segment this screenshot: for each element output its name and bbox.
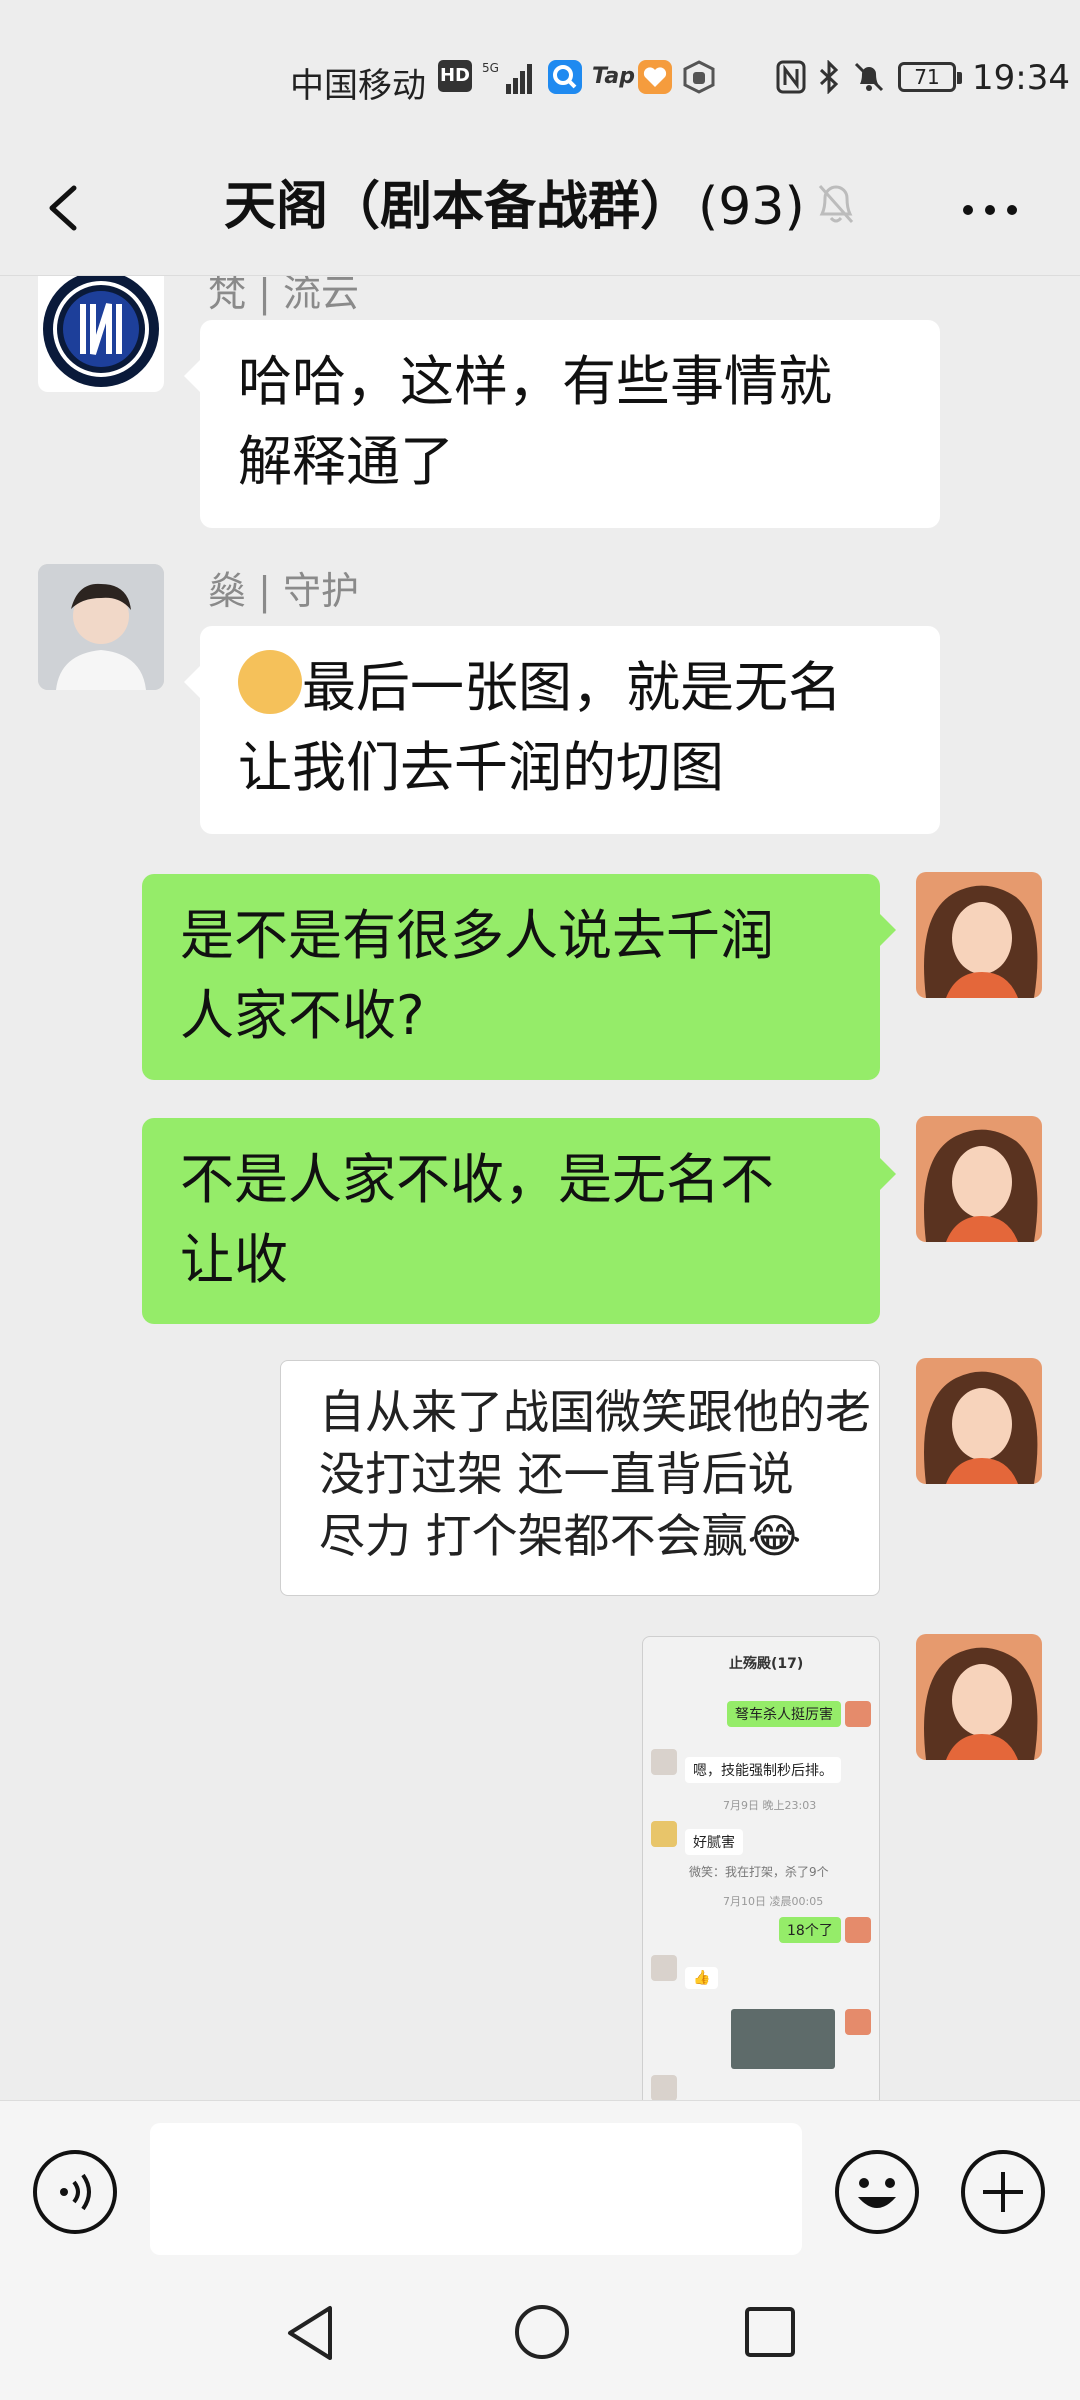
avatar[interactable]	[38, 564, 164, 690]
screenshot-avatar	[651, 1955, 677, 1981]
screenshot-avatar	[845, 1701, 871, 1727]
more-options-icon[interactable]	[958, 180, 1022, 240]
message-bubble[interactable]: 是不是有很多人说去千润 人家不收?	[142, 874, 896, 1080]
my-avatar[interactable]	[916, 872, 1042, 998]
message-bubble[interactable]: 不是人家不收，是无名不 让收	[142, 1118, 896, 1324]
system-nav-bar	[0, 2270, 1080, 2400]
sender-name: 梵 | 流云	[208, 276, 359, 315]
nav-back-icon[interactable]	[282, 2302, 338, 2364]
message-line: 是不是有很多人说去千润	[180, 904, 774, 967]
user-photo-icon	[916, 1634, 1042, 1760]
user-photo-icon	[38, 564, 164, 690]
message-line: 让我们去千润的切图	[238, 736, 724, 799]
screenshot-time: 7月9日 晚上23:03	[723, 1799, 817, 1812]
inter-logo-icon	[43, 276, 159, 387]
nav-home-icon[interactable]	[512, 2302, 572, 2362]
avatar[interactable]	[38, 276, 164, 392]
svg-text:5G: 5G	[482, 61, 499, 75]
message-bubble[interactable]: 哈哈，这样，有些事情就 解释通了	[184, 320, 940, 528]
bell-muted-icon	[854, 62, 884, 92]
screenshot-title: 止殇殿(17)	[729, 1656, 804, 1672]
screenshot-message[interactable]: 止殇殿(17) 弩车杀人挺厉害 嗯，技能强制秒后排。 7月9日 晚上23:03 …	[642, 1636, 880, 2100]
message-line: 解释通了	[238, 430, 454, 493]
message-line: 不是人家不收，是无名不	[180, 1148, 774, 1211]
user-photo-icon	[916, 1358, 1042, 1484]
voice-input-icon[interactable]	[32, 2149, 118, 2235]
search-app-icon	[548, 60, 582, 94]
message-line: 哈哈，这样，有些事情就	[238, 350, 832, 413]
message-list[interactable]: 梵 | 流云 哈哈，这样，有些事情就 解释通了 燊 | 守护 最后一张图，就是无…	[0, 276, 1080, 2100]
screenshot-avatar	[651, 1821, 677, 1847]
shield-app-icon	[683, 60, 715, 94]
screenshot-avatar	[651, 2075, 677, 2100]
message-line: 最后一张图，就是无名	[302, 656, 842, 719]
my-avatar[interactable]	[916, 1358, 1042, 1484]
cat-emoji-icon	[238, 650, 302, 714]
signal-5g-icon: 5G	[482, 61, 532, 94]
group-name: 天阁（剧本备战群）	[224, 177, 693, 237]
health-app-icon	[638, 60, 672, 94]
message-line: 人家不收?	[180, 984, 425, 1047]
my-avatar[interactable]	[916, 1634, 1042, 1760]
image-message[interactable]: 自从来了战国微笑跟他的老 没打过架 还一直背后说 尽力 打个架都不会赢😂	[280, 1360, 880, 1596]
screenshot-bubble: 好腻害	[685, 1829, 743, 1855]
status-time: 19:34	[972, 58, 1070, 98]
user-photo-icon	[916, 872, 1042, 998]
screenshot-avatar	[651, 1749, 677, 1775]
screenshot-avatar	[845, 1917, 871, 1943]
member-count: (93)	[698, 177, 805, 237]
screenshot-quote: 微笑：我在打架，杀了9个	[689, 1865, 829, 1879]
sender-name: 燊 | 守护	[208, 569, 359, 613]
user-photo-icon	[916, 1116, 1042, 1242]
emoji-icon[interactable]	[834, 2149, 920, 2235]
hd-icon: HD	[438, 60, 472, 92]
screenshot-time: 7月10日 凌晨00:05	[723, 1895, 824, 1908]
message-input[interactable]	[150, 2123, 802, 2255]
back-arrow-icon[interactable]	[36, 168, 96, 248]
screenshot-game-image	[731, 2009, 835, 2069]
input-bar	[0, 2100, 1080, 2270]
battery-icon: 71	[898, 62, 962, 92]
screenshot-bubble: 18个了	[779, 1917, 841, 1943]
my-avatar[interactable]	[916, 1116, 1042, 1242]
chat-header: 天阁（剧本备战群） (93)	[0, 140, 1080, 276]
taptap-icon: Tap	[592, 64, 635, 89]
screenshot-bubble: 弩车杀人挺厉害	[727, 1701, 841, 1727]
image-text-line: 自从来了战国微笑跟他的老	[319, 1385, 871, 1439]
nfc-icon	[776, 60, 806, 94]
message-bubble[interactable]: 最后一张图，就是无名 让我们去千润的切图	[184, 626, 940, 834]
nav-recents-icon[interactable]	[742, 2304, 798, 2360]
bluetooth-icon	[819, 60, 839, 94]
mute-bell-icon	[818, 185, 854, 223]
image-text: 自从来了战国微笑跟他的老 没打过架 还一直背后说 尽力 打个架都不会赢😂	[319, 1381, 871, 1567]
message-line: 让收	[180, 1228, 288, 1291]
carrier-label: 中国移动	[290, 66, 426, 106]
screenshot-avatar	[845, 2009, 871, 2035]
image-text-line: 没打过架 还一直背后说	[319, 1447, 794, 1501]
chat-title: 天阁（剧本备战群） (93)	[224, 164, 805, 239]
screenshot-bubble: 嗯，技能强制秒后排。	[685, 1757, 841, 1783]
status-bar: 中国移动 HD 5G Tap 71 19:34	[0, 0, 1080, 140]
screenshot-bubble: 👍	[685, 1967, 719, 1989]
plus-icon[interactable]	[960, 2149, 1046, 2235]
image-text-line: 尽力 打个架都不会赢😂	[319, 1509, 802, 1563]
